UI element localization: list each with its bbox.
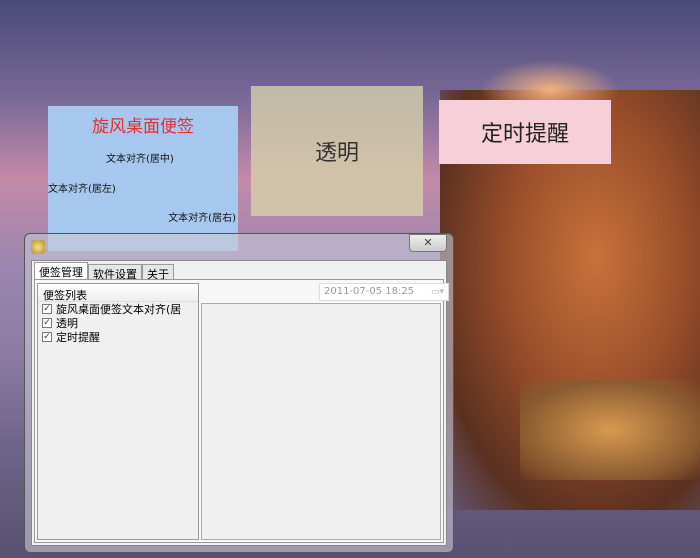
datetime-value: 2011-07-05 18:25 (324, 286, 415, 297)
close-button[interactable]: ✕ (409, 234, 447, 252)
datetime-picker[interactable]: 2011-07-05 18:25 ▭▾ (319, 283, 449, 301)
list-item[interactable]: ✓ 定时提醒 (38, 330, 198, 344)
note-line-center: 文本对齐(居中) (106, 154, 174, 165)
note-reminder[interactable]: 定时提醒 (439, 100, 611, 164)
note-text: 透明 (314, 141, 359, 166)
note-content-area[interactable] (201, 303, 441, 540)
checkbox[interactable]: ✓ (42, 318, 52, 328)
note-line-right: 文本对齐(居右) (168, 213, 236, 224)
item-label: 定时提醒 (56, 331, 100, 344)
tab-panel: 便签列表 ✓ 旋风桌面便签文本对齐(居 ✓ 透明 ✓ 定时提醒 2011-07-05 … (34, 279, 449, 543)
list-header: 便签列表 (38, 284, 198, 302)
list-item[interactable]: ✓ 透明 (38, 316, 198, 330)
wallpaper-rocks (520, 380, 700, 480)
note-text-align[interactable]: 旋风桌面便签 文本对齐(居中) 文本对齐(居左) 文本对齐(居右) (48, 106, 238, 251)
note-transparent[interactable]: 透明 (251, 86, 423, 216)
note-text: 定时提醒 (480, 122, 569, 147)
note-list[interactable]: 便签列表 ✓ 旋风桌面便签文本对齐(居 ✓ 透明 ✓ 定时提醒 (37, 283, 199, 540)
checkbox[interactable]: ✓ (42, 304, 52, 314)
list-item[interactable]: ✓ 旋风桌面便签文本对齐(居 (38, 302, 198, 316)
note-line-left: 文本对齐(居左) (48, 184, 116, 195)
app-icon (31, 240, 45, 254)
window-client: 便签管理 软件设置 关于 便签列表 ✓ 旋风桌面便签文本对齐(居 ✓ 透明 ✓ 定时提… (31, 260, 449, 546)
note-title: 旋风桌面便签 (92, 117, 194, 137)
checkbox[interactable]: ✓ (42, 332, 52, 342)
manager-window: ✕ 便签管理 软件设置 关于 便签列表 ✓ 旋风桌面便签文本对齐(居 ✓ 透明 ✓ 定… (24, 233, 454, 553)
calendar-dropdown-icon[interactable]: ▭▾ (431, 287, 444, 297)
